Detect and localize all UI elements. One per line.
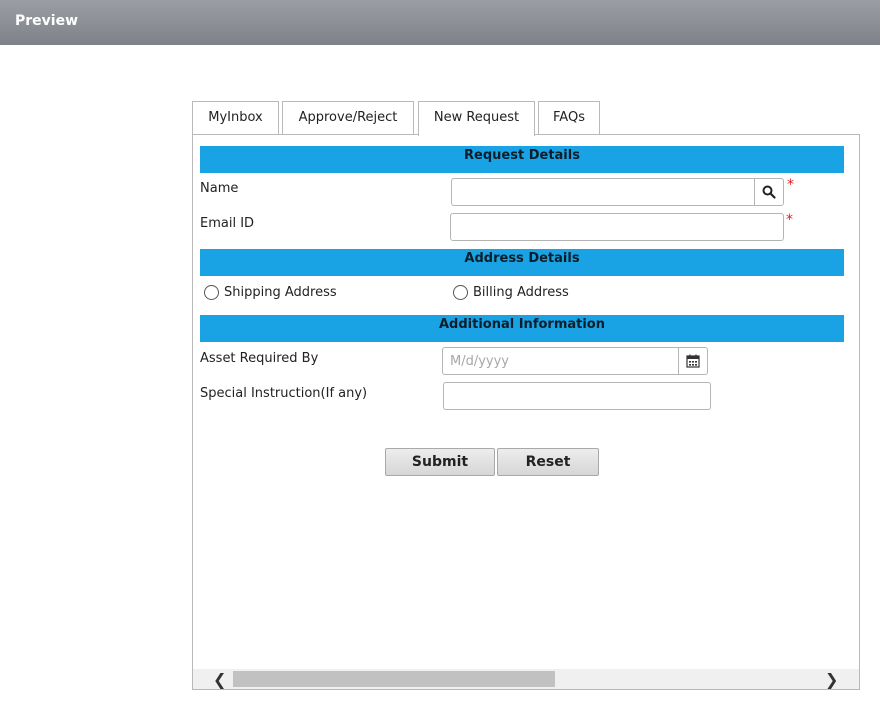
- billing-address-radio[interactable]: [453, 285, 468, 300]
- search-icon: [762, 185, 776, 199]
- submit-button[interactable]: Submit: [385, 448, 495, 476]
- billing-address-option[interactable]: Billing Address: [453, 285, 569, 300]
- calendar-icon: [686, 354, 700, 368]
- new-request-panel: Request Details Name * Email ID * Addres…: [192, 134, 860, 690]
- email-required-marker: *: [786, 212, 793, 228]
- shipping-address-label: Shipping Address: [224, 285, 337, 300]
- email-input[interactable]: [450, 213, 784, 241]
- tab-faqs[interactable]: FAQs: [538, 101, 600, 134]
- name-input[interactable]: [451, 178, 755, 206]
- shipping-address-radio[interactable]: [204, 285, 219, 300]
- asset-required-by-input[interactable]: [442, 347, 679, 375]
- billing-address-label: Billing Address: [473, 285, 569, 300]
- window-title-bar: Preview: [0, 0, 880, 45]
- horizontal-scrollbar[interactable]: ❮ ❯: [193, 669, 859, 689]
- section-header-request-details: Request Details: [200, 146, 844, 173]
- shipping-address-option[interactable]: Shipping Address: [204, 285, 337, 300]
- date-picker-button[interactable]: [678, 347, 708, 375]
- name-required-marker: *: [787, 177, 794, 193]
- name-label: Name: [200, 181, 239, 196]
- asset-required-by-label: Asset Required By: [200, 351, 319, 366]
- chevron-right-icon[interactable]: ❯: [825, 670, 838, 689]
- special-instruction-label: Special Instruction(If any): [200, 386, 368, 401]
- scrollbar-thumb[interactable]: [233, 671, 555, 687]
- name-lookup-button[interactable]: [754, 178, 784, 206]
- section-header-address-details: Address Details: [200, 249, 844, 276]
- section-header-additional-information: Additional Information: [200, 315, 844, 342]
- reset-button[interactable]: Reset: [497, 448, 599, 476]
- window-title: Preview: [15, 13, 79, 29]
- special-instruction-input[interactable]: [443, 382, 711, 410]
- chevron-left-icon[interactable]: ❮: [213, 670, 226, 689]
- tab-new-request[interactable]: New Request: [418, 101, 535, 136]
- email-label: Email ID: [200, 216, 255, 231]
- tab-approve-reject[interactable]: Approve/Reject: [282, 101, 414, 134]
- tab-myinbox[interactable]: MyInbox: [192, 101, 279, 134]
